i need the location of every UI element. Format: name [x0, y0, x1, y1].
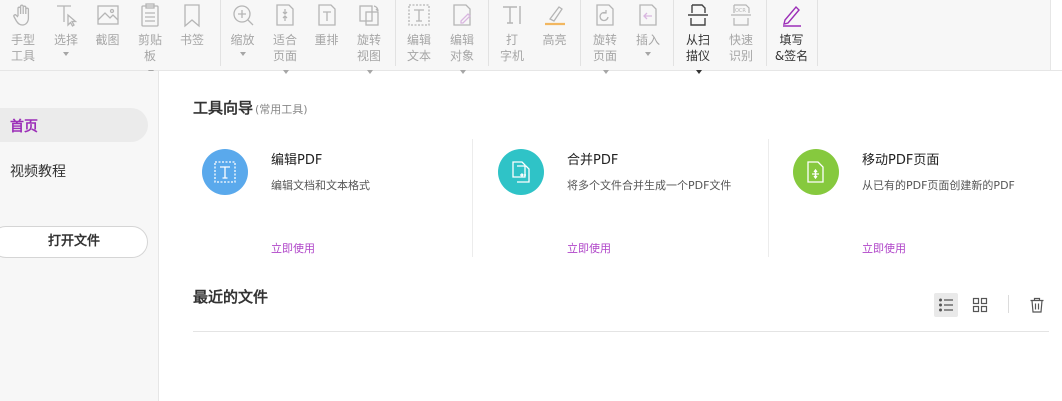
- use-now-link[interactable]: 立即使用: [862, 240, 906, 256]
- bookmark-icon: [179, 2, 205, 28]
- select-cursor-icon: [53, 2, 79, 28]
- chevron-down-icon: [603, 69, 609, 74]
- highlight-tool-button[interactable]: 高亮: [533, 0, 576, 70]
- fit-page-tool-button[interactable]: 适合 页面: [263, 0, 307, 74]
- chevron-down-icon: [645, 52, 651, 56]
- card-divider: [768, 139, 769, 257]
- view-toggle-separator: [1008, 295, 1009, 313]
- fill-sign-pen-icon: [779, 2, 805, 28]
- move-pages-card[interactable]: 移动PDF页面 从已有的PDF页面创建新的PDF 立即使用: [784, 139, 1062, 259]
- edit-pdf-icon: [202, 149, 248, 195]
- toolbar-scroll-strip: [1050, 0, 1062, 70]
- rotate-view-icon: [356, 2, 382, 28]
- toolbar-separator: [673, 0, 674, 66]
- chevron-down-icon: [239, 52, 246, 56]
- reflow-icon: [314, 2, 340, 28]
- select-tool-button[interactable]: 选择: [46, 0, 86, 70]
- chevron-down-icon: [367, 69, 373, 74]
- toolbar-separator: [395, 0, 396, 66]
- edit-object-tool-button[interactable]: 编辑 对象: [440, 0, 484, 74]
- use-now-link[interactable]: 立即使用: [271, 240, 315, 256]
- main-toolbar: 手型 工具 选择 截图 剪贴板 书签 缩放 适合 页面 重排 旋转 视图 编辑 …: [0, 0, 1062, 74]
- screenshot-tool-button[interactable]: 截图: [86, 0, 129, 70]
- zoom-in-icon: [230, 2, 256, 28]
- edit-object-icon: [449, 2, 475, 28]
- scanner-icon: [685, 2, 711, 28]
- list-view-button[interactable]: [934, 293, 958, 317]
- grid-view-icon: [972, 297, 988, 313]
- fit-page-icon: [272, 2, 298, 28]
- chevron-down-icon: [696, 69, 702, 74]
- use-now-link[interactable]: 立即使用: [567, 240, 611, 256]
- recent-files-divider: [193, 331, 1049, 332]
- clipboard-tool-button[interactable]: 剪贴板: [129, 0, 171, 74]
- typewriter-tool-button[interactable]: 打字机: [491, 0, 533, 70]
- toolbar-separator: [817, 0, 818, 66]
- rotate-page-tool-button[interactable]: 旋转 页面: [583, 0, 627, 74]
- list-view-icon: [939, 298, 953, 312]
- chevron-down-icon: [460, 69, 466, 74]
- edit-pdf-card[interactable]: 编辑PDF 编辑文档和文本格式 立即使用: [193, 139, 489, 259]
- merge-pdf-card[interactable]: 合并PDF 将多个文件合并生成一个PDF文件 立即使用: [489, 139, 785, 259]
- svg-text:OCR: OCR: [735, 8, 746, 14]
- card-divider: [472, 139, 473, 257]
- rotate-view-tool-button[interactable]: 旋转 视图: [346, 0, 392, 74]
- rotate-page-icon: [592, 2, 618, 28]
- toolbar-separator: [220, 0, 221, 66]
- sidebar: 首页 视频教程 打开文件: [0, 71, 159, 401]
- ocr-icon: OCR: [728, 2, 754, 28]
- delete-recent-button[interactable]: [1025, 293, 1049, 317]
- toolbar-separator: [580, 0, 581, 66]
- typewriter-icon: [499, 2, 525, 28]
- clipboard-icon: [137, 2, 163, 28]
- card-description: 从已有的PDF页面创建新的PDF: [862, 179, 1015, 192]
- edit-text-icon: [406, 2, 432, 28]
- fill-sign-tool-button[interactable]: 填写 &签名: [769, 0, 814, 70]
- card-description: 编辑文档和文本格式: [271, 179, 370, 192]
- highlight-icon: [542, 2, 568, 28]
- card-title: 编辑PDF: [271, 153, 323, 168]
- grid-view-button[interactable]: [968, 293, 992, 317]
- toolbar-separator: [766, 0, 767, 66]
- hand-icon: [10, 2, 36, 28]
- insert-tool-button[interactable]: 插入: [627, 0, 669, 70]
- sidebar-item-video-tutorial[interactable]: 视频教程: [10, 161, 66, 181]
- tool-guide-subtitle: (常用工具): [255, 103, 308, 116]
- recent-files-title: 最近的文件: [193, 288, 269, 306]
- image-icon: [95, 2, 121, 28]
- chevron-down-icon: [63, 52, 69, 56]
- insert-page-icon: [635, 2, 661, 28]
- open-file-button[interactable]: 打开文件: [0, 226, 148, 258]
- ocr-tool-button[interactable]: OCR 快速 识别: [720, 0, 762, 70]
- zoom-tool-button[interactable]: 缩放: [222, 0, 263, 70]
- card-description: 将多个文件合并生成一个PDF文件: [567, 179, 732, 192]
- hand-tool-button[interactable]: 手型 工具: [0, 0, 46, 70]
- merge-pdf-icon: [498, 149, 544, 195]
- reflow-tool-button[interactable]: 重排: [307, 0, 346, 70]
- move-pages-icon: [793, 149, 839, 195]
- bookmark-tool-button[interactable]: 书签: [171, 0, 213, 70]
- card-title: 移动PDF页面: [862, 153, 940, 168]
- chevron-down-icon: [283, 69, 289, 74]
- sidebar-item-label: 首页: [10, 119, 38, 135]
- edit-text-tool-button[interactable]: 编辑 文本: [398, 0, 440, 70]
- sidebar-item-home[interactable]: 首页: [0, 108, 148, 142]
- toolbar-separator: [488, 0, 489, 66]
- tool-guide-title: 工具向导 (常用工具): [193, 99, 308, 117]
- scan-tool-button[interactable]: 从扫 描仪: [676, 0, 720, 74]
- trash-icon: [1030, 297, 1044, 313]
- card-title: 合并PDF: [567, 153, 619, 168]
